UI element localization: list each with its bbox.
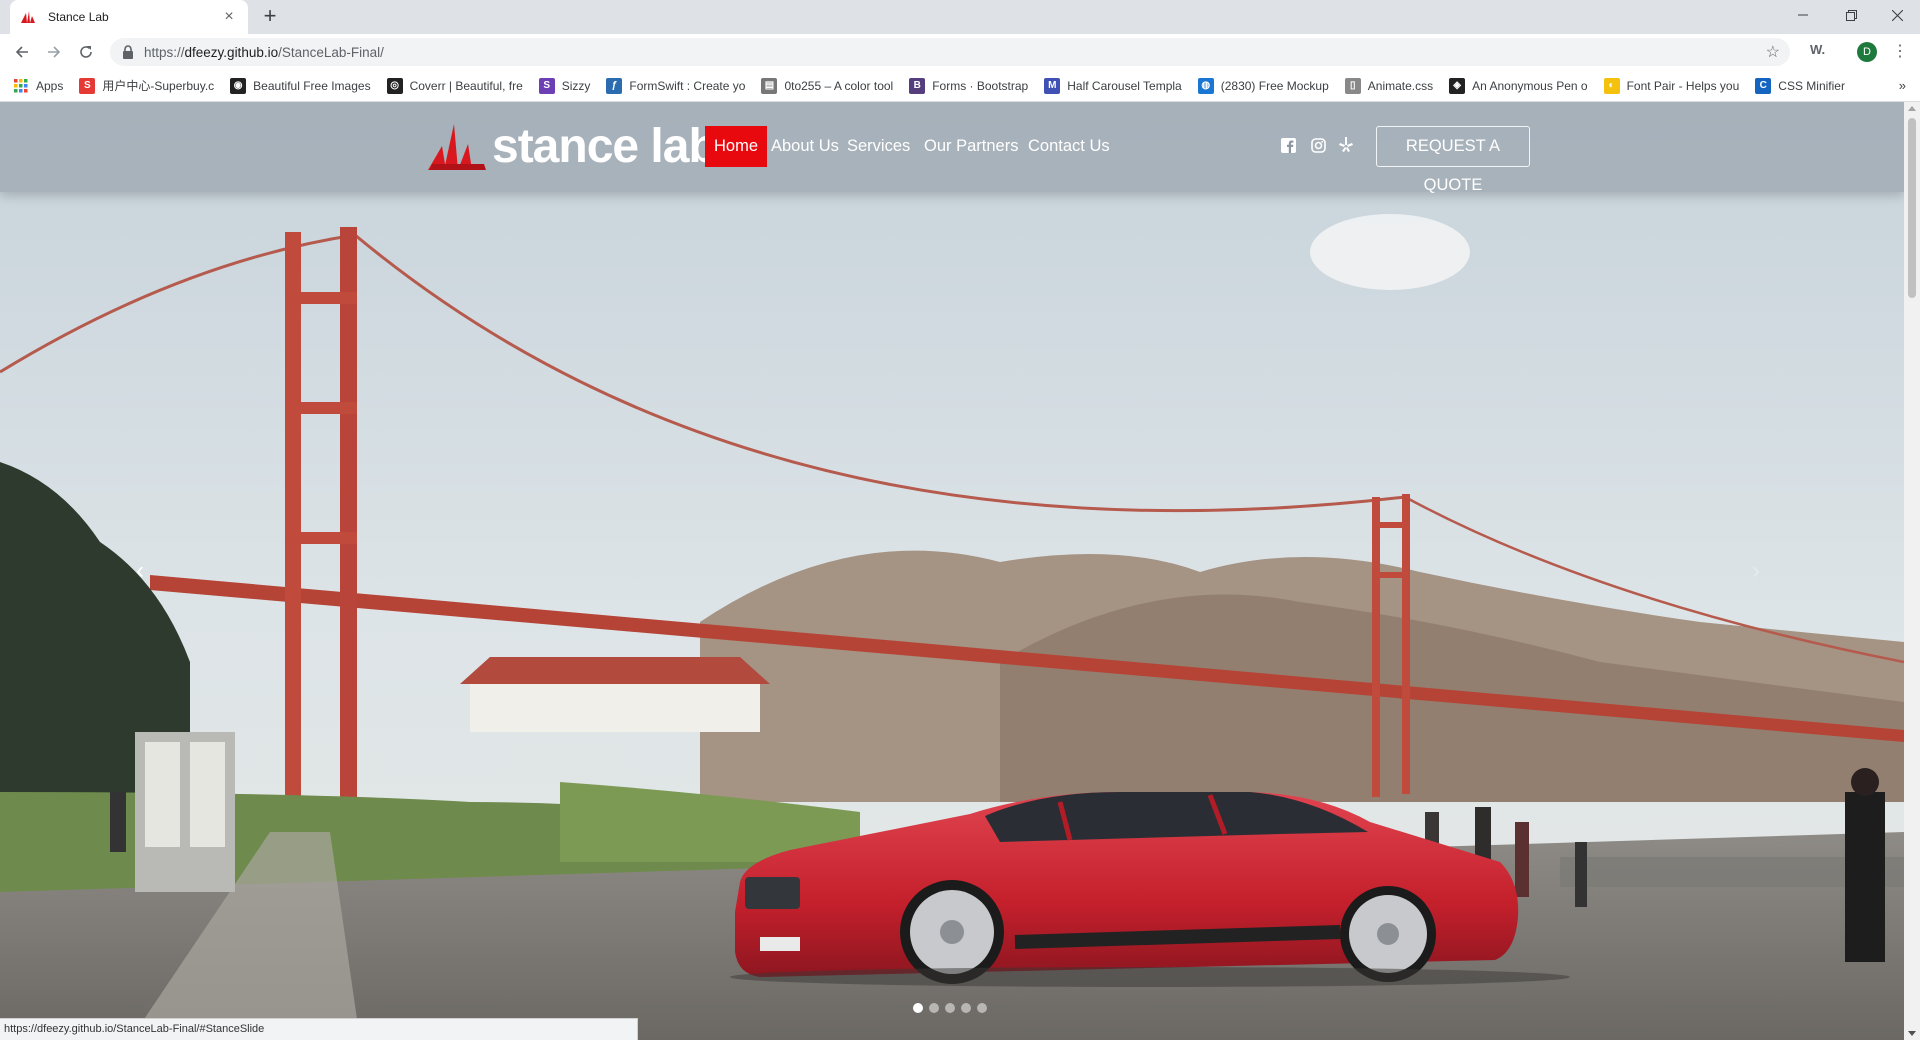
bookmark-label: 用户中心-Superbuy.c [102, 79, 215, 93]
bookmarks-overflow-icon[interactable]: » [1899, 78, 1906, 93]
bookmark-label: Apps [36, 78, 64, 93]
bookmark-item[interactable]: Apps [13, 78, 63, 94]
fontpair-icon: ◐ [1603, 77, 1620, 94]
status-url-bubble: https://dfeezy.github.io/StanceLab-Final… [0, 1018, 638, 1040]
reload-icon[interactable] [74, 40, 98, 64]
site-navbar: stance lab Home About Us Services Our Pa… [0, 102, 1904, 194]
browser-tab[interactable]: Stance Lab × [10, 0, 248, 34]
facebook-icon[interactable] [1279, 136, 1297, 154]
tab-strip: Stance Lab × + [0, 0, 1920, 34]
bookmark-item[interactable]: ƒ FormSwift : Create yo [606, 77, 746, 94]
scroll-thumb[interactable] [1908, 118, 1916, 298]
bookmark-item[interactable]: B Forms · Bootstrap [909, 77, 1029, 94]
bookmark-item[interactable]: ◈ An Anonymous Pen o [1449, 77, 1588, 94]
address-bar[interactable]: https://dfeezy.github.io/StanceLab-Final… [110, 38, 1790, 66]
bookmark-label: Animate.css [1367, 78, 1434, 93]
request-quote-button[interactable]: REQUEST A QUOTE [1376, 126, 1530, 194]
carousel-dot[interactable] [929, 1003, 939, 1013]
bookmark-item[interactable]: M Half Carousel Templa [1044, 77, 1182, 94]
nav-link-home[interactable]: Home [705, 126, 768, 167]
bookmark-label: Font Pair - Helps you [1626, 78, 1740, 93]
nav-link-services[interactable]: Services [838, 126, 919, 167]
carousel-indicators [913, 1003, 993, 1013]
close-window-icon[interactable] [1874, 0, 1920, 30]
tab-close-icon[interactable]: × [220, 9, 238, 25]
bookmark-item[interactable]: ▯ Animate.css [1344, 77, 1434, 94]
extension-icon[interactable]: W. [1810, 42, 1825, 57]
carousel-prev-arrow[interactable]: ‹ [136, 557, 144, 585]
scroll-up-arrow-icon[interactable] [1908, 106, 1916, 111]
browser-menu-icon[interactable]: ⋮ [1892, 41, 1908, 61]
stancelab-favicon-icon [20, 9, 36, 25]
css-icon: C [1755, 77, 1772, 94]
bookmarks-bar: Apps S 用户中心-Superbuy.c ◉ Beautiful Free Imag… [0, 70, 1920, 102]
scroll-down-arrow-icon[interactable] [1908, 1031, 1916, 1036]
bookmark-star-icon[interactable]: ☆ [1766, 42, 1780, 62]
carousel-dot[interactable] [945, 1003, 955, 1013]
page-viewport: stance lab Home About Us Services Our Pa… [0, 102, 1904, 1040]
page-scrollbar[interactable] [1904, 102, 1920, 1040]
bookmark-item[interactable]: ▤ 0to255 – A color tool [761, 77, 894, 94]
browser-toolbar: https://dfeezy.github.io/StanceLab-Final… [0, 34, 1920, 70]
url-text: https://dfeezy.github.io/StanceLab-Final… [144, 44, 384, 60]
restore-icon[interactable] [1828, 0, 1874, 30]
bookmark-label: Half Carousel Templa [1067, 78, 1182, 93]
profile-avatar[interactable]: D [1857, 42, 1877, 62]
bookmark-label: CSS Minifier [1778, 78, 1845, 93]
apps-grid-icon [13, 78, 29, 94]
coverr-icon: ◎ [386, 77, 403, 94]
bootstrap-icon: B [909, 77, 926, 94]
new-tab-button[interactable]: + [258, 5, 282, 29]
carousel-dot[interactable] [913, 1003, 923, 1013]
mdb-icon: M [1044, 77, 1061, 94]
minimize-icon[interactable] [1780, 0, 1826, 30]
brand-logo[interactable]: stance lab [428, 120, 718, 173]
sizzy-icon: S [538, 77, 555, 94]
bookmark-label: Coverr | Beautiful, fre [409, 78, 523, 93]
bookmark-item[interactable]: S Sizzy [538, 77, 591, 94]
bookmark-item[interactable]: ◎ Coverr | Beautiful, fre [386, 77, 523, 94]
bookmark-label: FormSwift : Create yo [629, 78, 746, 93]
stancelab-logo-icon [428, 124, 486, 170]
forward-arrow-icon[interactable] [42, 40, 66, 64]
nav-link-about-us[interactable]: About Us [762, 126, 848, 167]
bookmark-item[interactable]: ◍ (2830) Free Mockup [1197, 77, 1329, 94]
bookmark-label: Beautiful Free Images [253, 78, 371, 93]
0to255-icon: ▤ [761, 77, 778, 94]
back-arrow-icon[interactable] [10, 40, 34, 64]
hero-slide-image [0, 102, 1904, 1040]
carousel-dot[interactable] [977, 1003, 987, 1013]
mockup-icon: ◍ [1197, 77, 1214, 94]
codepen-icon: ◈ [1449, 77, 1466, 94]
bookmark-label: (2830) Free Mockup [1220, 78, 1329, 93]
formswift-icon: ƒ [606, 77, 623, 94]
camera-icon: ◉ [230, 77, 247, 94]
lock-icon [123, 45, 133, 59]
bookmark-item[interactable]: ◉ Beautiful Free Images [230, 77, 371, 94]
hero-carousel: stance lab Home About Us Services Our Pa… [0, 102, 1904, 1040]
carousel-dot[interactable] [961, 1003, 971, 1013]
brand-name: stance lab [492, 120, 718, 173]
bookmark-item[interactable]: C CSS Minifier [1755, 77, 1845, 94]
yelp-icon[interactable] [1337, 136, 1355, 154]
instagram-icon[interactable] [1309, 136, 1327, 154]
bookmark-label: An Anonymous Pen o [1472, 78, 1588, 93]
bookmark-label: Forms · Bootstrap [932, 78, 1029, 93]
tab-title: Stance Lab [48, 10, 109, 24]
carousel-next-arrow[interactable]: › [1752, 557, 1760, 585]
nav-link-contact-us[interactable]: Contact Us [1019, 126, 1119, 167]
bookmark-item[interactable]: S 用户中心-Superbuy.c [79, 77, 214, 94]
bookmark-label: Sizzy [561, 78, 591, 93]
superbuy-icon: S [79, 77, 96, 94]
page-icon: ▯ [1344, 77, 1361, 94]
nav-link-our-partners[interactable]: Our Partners [915, 126, 1027, 167]
bookmark-item[interactable]: ◐ Font Pair - Helps you [1603, 77, 1740, 94]
bookmark-label: 0to255 – A color tool [784, 78, 894, 93]
